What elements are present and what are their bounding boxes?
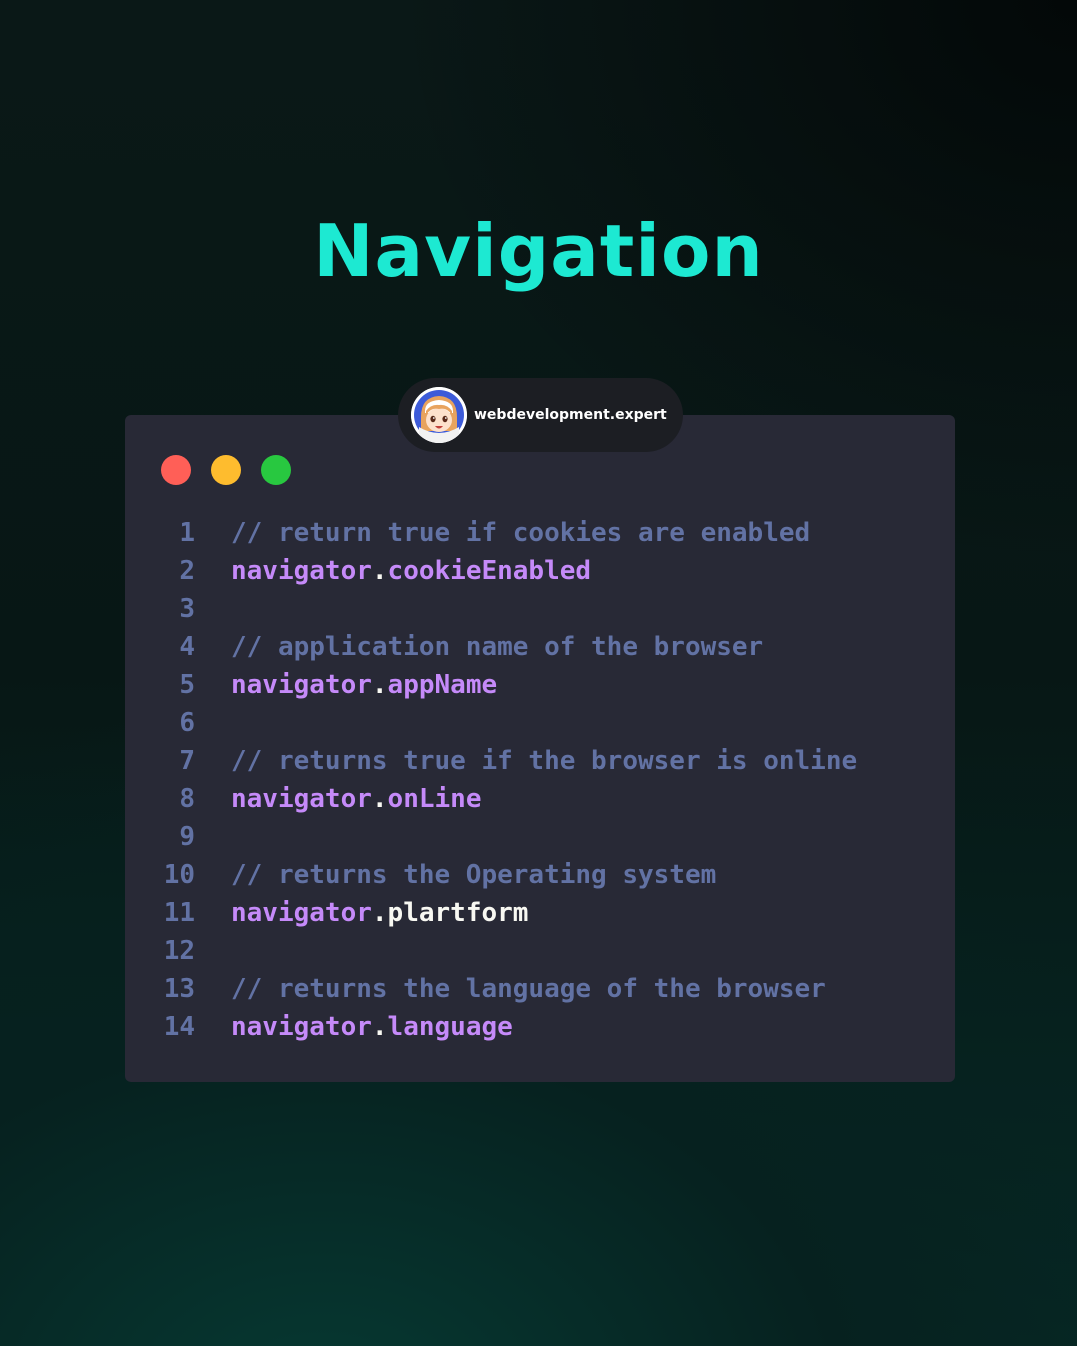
line-number: 4 [179, 632, 195, 662]
code-line: 10 // returns the Operating system [125, 856, 955, 894]
code-comment: // returns the language of the browser [231, 974, 826, 1004]
author-handle[interactable]: webdevelopment.expert [474, 405, 667, 425]
code-dot: . [371, 898, 388, 928]
close-dot-icon [161, 455, 191, 485]
code-property: language [387, 1012, 513, 1042]
code-block: 1 // return true if cookies are enabled … [125, 514, 955, 1046]
code-line: 3 [125, 590, 955, 628]
code-line: 7 // returns true if the browser is onli… [125, 742, 955, 780]
code-object: navigator [231, 784, 372, 814]
line-number: 6 [179, 708, 195, 738]
code-object: navigator [231, 898, 372, 928]
code-property: plartform [387, 898, 529, 928]
code-dot: . [371, 784, 388, 814]
code-line: 9 [125, 818, 955, 856]
code-line: 13 // returns the language of the browse… [125, 970, 955, 1008]
code-object: navigator [231, 556, 372, 586]
code-comment: // returns the Operating system [231, 860, 717, 890]
line-number: 10 [163, 860, 195, 890]
code-object: navigator [231, 1012, 372, 1042]
line-number: 2 [179, 556, 195, 586]
code-statement: navigator.language [231, 1008, 513, 1046]
code-object: navigator [231, 670, 372, 700]
code-line: 12 [125, 932, 955, 970]
code-dot: . [371, 670, 388, 700]
line-number: 12 [163, 936, 195, 966]
code-line: 6 [125, 704, 955, 742]
line-number: 8 [179, 784, 195, 814]
code-statement: navigator.onLine [231, 780, 481, 818]
code-comment: // returns true if the browser is online [231, 746, 858, 776]
code-dot: . [371, 1012, 388, 1042]
code-line: 2 navigator.cookieEnabled [125, 552, 955, 590]
code-statement: navigator.cookieEnabled [231, 552, 591, 590]
line-number: 13 [163, 974, 195, 1004]
code-line: 1 // return true if cookies are enabled [125, 514, 955, 552]
minimize-dot-icon [211, 455, 241, 485]
code-comment: // return true if cookies are enabled [231, 518, 811, 548]
code-property: cookieEnabled [387, 556, 592, 586]
code-line: 8 navigator.onLine [125, 780, 955, 818]
line-number: 1 [179, 518, 195, 548]
anime-avatar-icon [411, 387, 467, 443]
code-line: 11 navigator.plartform [125, 894, 955, 932]
code-statement: navigator.appName [231, 666, 497, 704]
code-line: 4 // application name of the browser [125, 628, 955, 666]
code-line: 14 navigator.language [125, 1008, 955, 1046]
line-number: 9 [179, 822, 195, 852]
author-badge[interactable]: webdevelopment.expert [398, 378, 683, 452]
code-property: onLine [387, 784, 482, 814]
code-line: 5 navigator.appName [125, 666, 955, 704]
maximize-dot-icon [261, 455, 291, 485]
code-property: appName [387, 670, 498, 700]
code-window: 1 // return true if cookies are enabled … [125, 415, 955, 1082]
line-number: 14 [163, 1012, 195, 1042]
code-comment: // application name of the browser [231, 632, 764, 662]
line-number: 3 [179, 594, 195, 624]
page-title: Navigation [313, 209, 764, 293]
code-statement: navigator.plartform [231, 894, 528, 932]
code-dot: . [371, 556, 388, 586]
line-number: 5 [179, 670, 195, 700]
line-number: 7 [179, 746, 195, 776]
line-number: 11 [163, 898, 195, 928]
